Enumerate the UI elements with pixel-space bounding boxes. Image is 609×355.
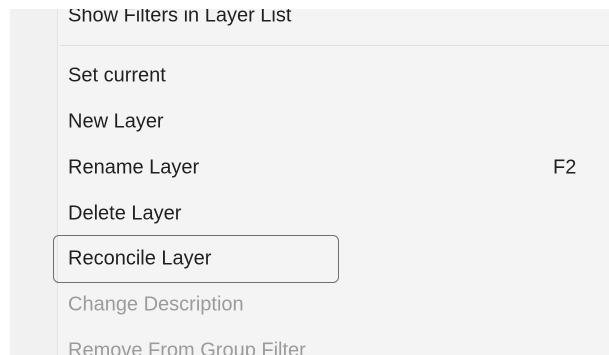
menu-separator [60, 45, 609, 46]
menu-item-set-current[interactable]: Set current [55, 56, 609, 96]
menu-item-reconcile-layer[interactable]: Reconcile Layer [53, 235, 609, 283]
menu-item-label: Change Description [68, 293, 244, 316]
image-top-edge [0, 0, 609, 9]
menu-item-rename-layer[interactable]: Rename Layer F2 [55, 148, 609, 188]
menu-item-remove-from-group-filter[interactable]: Remove From Group Filter [55, 331, 609, 355]
menu-item-label: New Layer [68, 110, 164, 133]
menu-item-change-description[interactable]: Change Description [55, 285, 609, 325]
menu-item-new-layer[interactable]: New Layer [55, 102, 609, 142]
menu-item-label: Set current [68, 64, 166, 87]
keyboard-shortcut: F2 [553, 156, 577, 179]
menu-item-delete-layer[interactable]: Delete Layer [55, 194, 609, 234]
menu-item-label: Reconcile Layer [68, 247, 212, 270]
menu-item-label: Remove From Group Filter [68, 339, 306, 355]
menu-icon-gutter [10, 0, 58, 355]
menu-item-label: Rename Layer [68, 156, 200, 179]
layer-context-menu-screenshot: Show Filters in Layer List Set current N… [0, 0, 609, 355]
menu-item-label: Delete Layer [68, 202, 182, 225]
